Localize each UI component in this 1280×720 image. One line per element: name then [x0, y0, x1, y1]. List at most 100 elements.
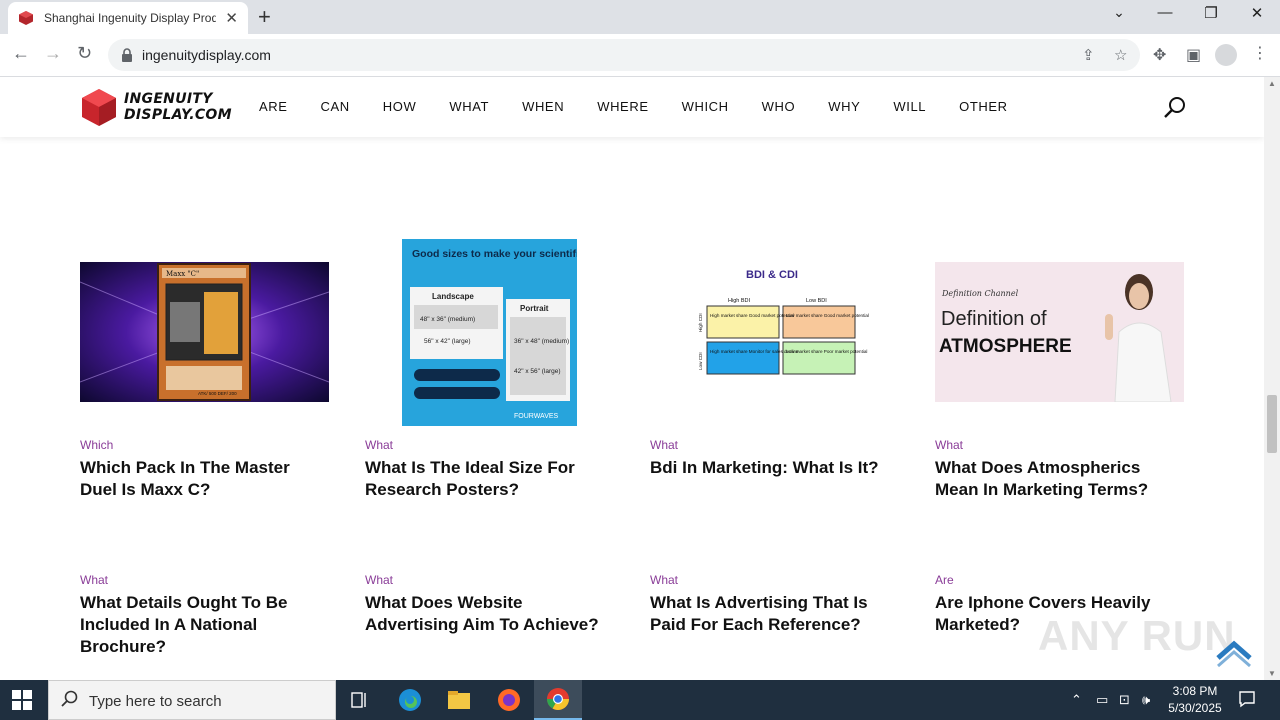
address-bar[interactable]: ingenuitydisplay.com ⇪ ☆: [108, 39, 1140, 71]
browser-tab[interactable]: Shanghai Ingenuity Display Prod ✕: [8, 2, 248, 34]
minimize-button[interactable]: —: [1142, 4, 1188, 21]
volume-icon[interactable]: 🕪: [1142, 692, 1150, 708]
bdi-col2: Low BDI: [806, 298, 827, 304]
search-icon: [61, 690, 78, 707]
firefox-icon[interactable]: [485, 680, 533, 720]
nav-item-can[interactable]: CAN: [321, 99, 350, 114]
post-category[interactable]: What: [650, 438, 678, 452]
post-title[interactable]: What Does Atmospherics Mean In Marketing…: [935, 457, 1185, 501]
nav-item-how[interactable]: HOW: [383, 99, 417, 114]
post-title[interactable]: What Is Advertising That Is Paid For Eac…: [650, 592, 900, 636]
system-clock[interactable]: 3:08 PM 5/30/2025: [1160, 683, 1230, 717]
post-category[interactable]: What: [935, 438, 963, 452]
atmo-channel: Definition Channel: [941, 289, 1019, 298]
anyrun-watermark: ANY RUN: [1038, 612, 1236, 659]
clock-time: 3:08 PM: [1172, 684, 1218, 698]
post-title[interactable]: Which Pack In The Master Duel Is Maxx C?: [80, 457, 330, 501]
nav-item-other[interactable]: OTHER: [959, 99, 1008, 114]
back-icon[interactable]: ←: [12, 43, 30, 64]
page-viewport: INGENUITY DISPLAY.COM ARE CAN HOW WHAT W…: [0, 77, 1264, 680]
post-category[interactable]: What: [365, 438, 393, 452]
scrollbar-thumb[interactable]: [1267, 395, 1277, 453]
nav-item-who[interactable]: WHO: [762, 99, 796, 114]
site-favicon-icon: [19, 11, 33, 25]
poster-portrait-size-2: 42" x 56" (large): [514, 368, 561, 375]
side-panel-icon[interactable]: ▣: [1186, 45, 1201, 65]
scroll-up-icon[interactable]: ▲: [1268, 79, 1276, 88]
site-header: INGENUITY DISPLAY.COM ARE CAN HOW WHAT W…: [0, 77, 1264, 137]
site-logo[interactable]: INGENUITY DISPLAY.COM: [80, 87, 232, 129]
post-category[interactable]: Which: [80, 438, 113, 452]
bdi-row1: High CDI: [698, 313, 703, 332]
poster-portrait-label: Portrait: [520, 304, 549, 313]
chrome-icon[interactable]: [534, 680, 582, 720]
forward-icon[interactable]: →: [44, 43, 62, 64]
logo-text-line2: DISPLAY.COM: [124, 107, 232, 123]
poster-landscape-size-2: 56" x 42" (large): [424, 338, 471, 345]
new-tab-button[interactable]: +: [258, 4, 271, 30]
taskbar-search-box[interactable]: Type here to search: [48, 680, 336, 720]
bdi-cell-4: Low market share Poor market potential: [786, 349, 867, 354]
tray-device-icon[interactable]: ▭: [1096, 692, 1108, 708]
poster-portrait-size-1: 36" x 48" (medium): [514, 338, 569, 345]
network-icon[interactable]: ⊡: [1119, 692, 1130, 708]
post-thumbnail-maxx-c[interactable]: Maxx "C" ATK/ 500 DEF/ 200: [80, 262, 329, 402]
main-nav: ARE CAN HOW WHAT WHEN WHERE WHICH WHO WH…: [259, 99, 1041, 114]
task-view-icon[interactable]: [336, 680, 384, 720]
search-icon[interactable]: [1163, 95, 1187, 119]
url-text: ingenuitydisplay.com: [142, 47, 271, 63]
menu-kebab-icon[interactable]: ⋮: [1252, 43, 1268, 63]
tab-title: Shanghai Ingenuity Display Prod: [44, 11, 216, 25]
bookmark-star-icon[interactable]: ☆: [1114, 46, 1127, 64]
card-stats: ATK/ 500 DEF/ 200: [198, 391, 237, 396]
post-title[interactable]: What Is The Ideal Size For Research Post…: [365, 457, 615, 501]
page-scrollbar[interactable]: ▲ ▼: [1264, 77, 1280, 680]
tray-chevron-icon[interactable]: ⌃: [1071, 692, 1082, 708]
nav-item-which[interactable]: WHICH: [682, 99, 729, 114]
bdi-col1: High BDI: [728, 298, 750, 304]
nav-item-are[interactable]: ARE: [259, 99, 288, 114]
post-category[interactable]: Are: [935, 573, 954, 587]
profile-avatar[interactable]: [1215, 44, 1237, 66]
post-thumbnail-bdi-cdi[interactable]: BDI & CDI High BDI Low BDI High market s…: [650, 262, 899, 402]
post-title[interactable]: What Does Website Advertising Aim To Ach…: [365, 592, 615, 636]
post-thumbnail-atmosphere[interactable]: Definition Channel Definition of ATMOSPH…: [935, 262, 1184, 402]
post-category[interactable]: What: [365, 573, 393, 587]
lock-icon: [122, 48, 132, 62]
nav-item-where[interactable]: WHERE: [597, 99, 648, 114]
tab-search-icon[interactable]: ⌄: [1096, 4, 1142, 21]
poster-title: Good sizes to make your scientific poste…: [412, 248, 577, 260]
bdi-title: BDI & CDI: [746, 269, 798, 281]
tab-close-button[interactable]: ✕: [225, 9, 238, 27]
atmo-line2: ATMOSPHERE: [939, 336, 1072, 357]
share-icon[interactable]: ⇪: [1082, 46, 1095, 64]
nav-item-what[interactable]: WHAT: [449, 99, 489, 114]
nav-item-when[interactable]: WHEN: [522, 99, 564, 114]
close-window-button[interactable]: ✕: [1234, 4, 1280, 22]
nav-item-will[interactable]: WILL: [893, 99, 926, 114]
edge-icon[interactable]: [386, 680, 434, 720]
browser-toolbar: ← → ↻ ingenuitydisplay.com ⇪ ☆ ✥ ▣ ⋮: [0, 34, 1280, 77]
windows-taskbar: Type here to search ⌃ ▭ ⊡ 🕪 3:08 PM 5/30…: [0, 680, 1280, 720]
post-category[interactable]: What: [650, 573, 678, 587]
file-explorer-icon[interactable]: [435, 680, 483, 720]
poster-landscape-size-1: 48" x 36" (medium): [420, 316, 475, 323]
extensions-icon[interactable]: ✥: [1153, 45, 1166, 65]
scroll-top-icon[interactable]: [1214, 632, 1254, 672]
nav-item-why[interactable]: WHY: [828, 99, 860, 114]
scroll-down-icon[interactable]: ▼: [1268, 669, 1276, 678]
post-thumbnail-poster-sizes[interactable]: Good sizes to make your scientific poste…: [402, 239, 577, 426]
clock-date: 5/30/2025: [1168, 701, 1222, 715]
windows-start-icon[interactable]: [12, 690, 32, 710]
logo-cube-icon: [82, 89, 116, 126]
card-name: Maxx "C": [166, 270, 199, 278]
reload-icon[interactable]: ↻: [77, 43, 92, 64]
post-title[interactable]: Bdi In Marketing: What Is It?: [650, 457, 900, 479]
post-category[interactable]: What: [80, 573, 108, 587]
restore-button[interactable]: ❐: [1188, 4, 1234, 22]
notification-icon[interactable]: [1238, 690, 1256, 708]
logo-text-line1: INGENUITY: [124, 91, 213, 107]
poster-brand: FOURWAVES: [514, 413, 559, 420]
tab-strip: Shanghai Ingenuity Display Prod ✕ + ⌄ — …: [0, 0, 1280, 34]
post-title[interactable]: What Details Ought To Be Included In A N…: [80, 592, 330, 658]
